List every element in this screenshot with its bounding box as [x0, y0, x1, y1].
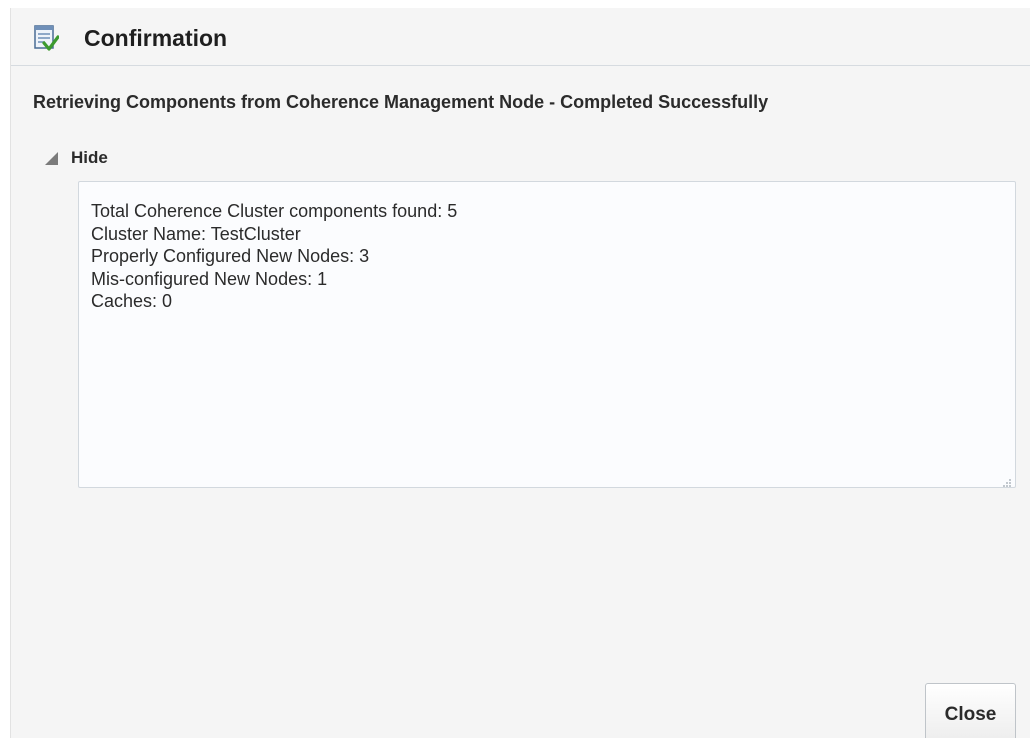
details-line-caches: Caches: 0 [91, 291, 173, 311]
disclosure-triangle-expanded-icon [43, 150, 59, 166]
details-line-misconfigured-nodes: Mis-configured New Nodes: 1 [91, 268, 328, 289]
confirmation-checklist-icon [33, 24, 60, 52]
details-line-configured-nodes: Properly Configured New Nodes: 3 [91, 246, 370, 266]
dialog-title: Confirmation [84, 25, 228, 51]
dialog-header: Confirmation [11, 8, 1030, 66]
details-textarea[interactable]: Total Coherence Cluster components found… [78, 181, 1016, 488]
details-line-total-components: Total Coherence Cluster components found… [91, 201, 458, 221]
hide-details-toggle[interactable]: Hide [43, 148, 108, 168]
resize-grip-icon[interactable] [1000, 472, 1012, 487]
confirmation-dialog: Confirmation Retrieving Components from … [10, 8, 1030, 738]
status-message: Retrieving Components from Coherence Man… [33, 92, 769, 112]
details-line-cluster-name: Cluster Name: TestCluster [91, 223, 301, 244]
close-button[interactable]: Close [925, 683, 1016, 738]
hide-details-label: Hide [71, 148, 108, 167]
